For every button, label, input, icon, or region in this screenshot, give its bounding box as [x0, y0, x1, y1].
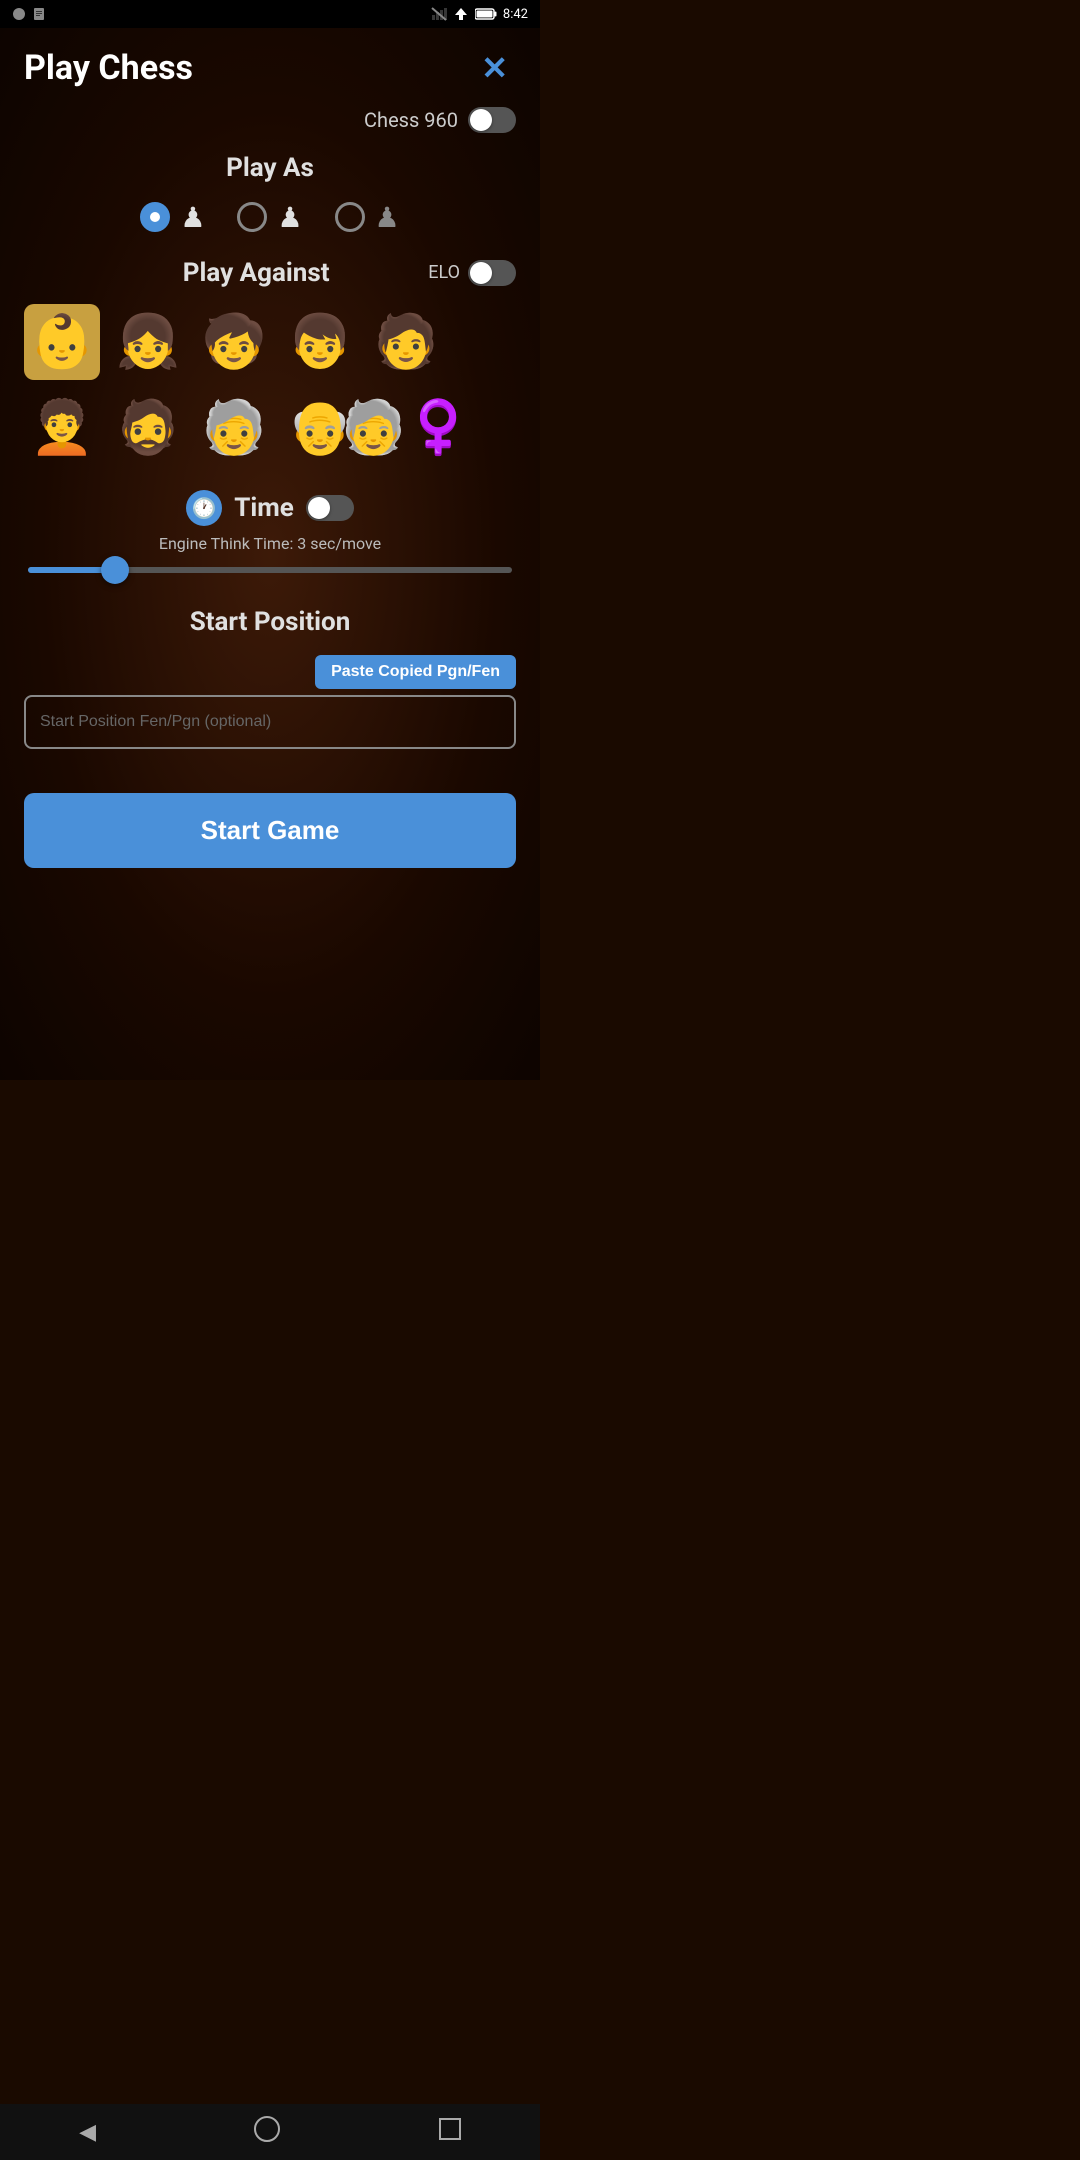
- play-as-white[interactable]: ♟: [140, 201, 205, 234]
- piece-white: ♟: [180, 201, 205, 234]
- status-bar: 8:42: [0, 0, 540, 28]
- fen-input[interactable]: [24, 695, 516, 749]
- signal-off-icon: [431, 7, 447, 21]
- radio-random[interactable]: [237, 202, 267, 232]
- recent-icon: [439, 2118, 461, 2140]
- elo-toggle[interactable]: [468, 260, 516, 286]
- radio-black[interactable]: [335, 202, 365, 232]
- play-against-section: Play Against ELO 👶 👧 🧒 👦 🧑 🧑‍🦱 🧔 🧓 👴 🧓‍♀…: [0, 258, 540, 490]
- piece-random: ♟: [277, 201, 302, 234]
- play-against-header: Play Against ELO: [24, 258, 516, 288]
- slider-container: [24, 567, 516, 573]
- page-title: Play Chess: [24, 48, 193, 89]
- play-against-title: Play Against: [84, 258, 428, 288]
- time-header: 🕐 Time: [24, 490, 516, 526]
- radio-white[interactable]: [140, 202, 170, 232]
- close-button[interactable]: ✕: [473, 48, 516, 88]
- circle-icon: [12, 7, 26, 21]
- start-game-section: Start Game: [0, 773, 540, 888]
- opponent-5[interactable]: 🧑‍🦱: [24, 390, 100, 466]
- doc-icon: [32, 7, 46, 21]
- time-section: 🕐 Time Engine Think Time: 3 sec/move: [0, 490, 540, 607]
- start-game-button[interactable]: Start Game: [24, 793, 516, 868]
- start-position-title: Start Position: [24, 607, 516, 637]
- chess960-toggle[interactable]: [468, 107, 516, 133]
- elo-row: ELO: [428, 260, 516, 286]
- back-icon: ◀: [79, 2120, 96, 2145]
- nav-home-button[interactable]: [234, 2108, 300, 2156]
- nav-recent-button[interactable]: [419, 2110, 481, 2154]
- opponent-6[interactable]: 🧔: [110, 390, 186, 466]
- status-bar-right: 8:42: [431, 7, 528, 22]
- time-toggle-thumb: [308, 497, 330, 519]
- chess960-label: Chess 960: [364, 108, 458, 132]
- chess960-row: Chess 960: [0, 99, 540, 153]
- slider-thumb[interactable]: [101, 556, 129, 584]
- play-as-black[interactable]: ♟: [335, 201, 400, 234]
- airplane-icon: [453, 7, 469, 21]
- home-icon: [254, 2116, 280, 2142]
- opponent-grid: 👶 👧 🧒 👦 🧑 🧑‍🦱 🧔 🧓 👴 🧓‍♀️: [24, 304, 516, 466]
- elo-toggle-thumb: [470, 262, 492, 284]
- play-as-section: Play As ♟ ♟ ♟: [0, 153, 540, 258]
- opponent-3[interactable]: 👦: [282, 304, 358, 380]
- opponent-7[interactable]: 🧓: [196, 390, 272, 466]
- time-title: Time: [234, 493, 294, 523]
- opponent-2[interactable]: 🧒: [196, 304, 272, 380]
- nav-back-button[interactable]: ◀: [59, 2112, 116, 2153]
- start-position-section: Start Position Paste Copied Pgn/Fen: [0, 607, 540, 773]
- paste-button[interactable]: Paste Copied Pgn/Fen: [315, 655, 516, 689]
- elo-label: ELO: [428, 262, 460, 283]
- opponent-1[interactable]: 👧: [110, 304, 186, 380]
- battery-icon: [475, 8, 497, 20]
- play-as-title: Play As: [24, 153, 516, 183]
- status-bar-left: [12, 7, 46, 21]
- time-toggle[interactable]: [306, 495, 354, 521]
- opponent-9[interactable]: 🧓‍♀️: [368, 390, 444, 466]
- slider-track: [28, 567, 512, 573]
- opponent-0[interactable]: 👶: [24, 304, 100, 380]
- play-as-random[interactable]: ♟: [237, 201, 302, 234]
- main-content: Play Chess ✕ Chess 960 Play As ♟ ♟ ♟: [0, 28, 540, 1080]
- paste-btn-row: Paste Copied Pgn/Fen: [24, 655, 516, 689]
- time-display: 8:42: [503, 7, 528, 22]
- bottom-nav: ◀: [0, 2104, 540, 2160]
- play-as-options: ♟ ♟ ♟: [24, 201, 516, 234]
- piece-black: ♟: [375, 201, 400, 234]
- chess960-toggle-thumb: [470, 109, 492, 131]
- clock-icon: 🕐: [186, 490, 222, 526]
- header: Play Chess ✕: [0, 28, 540, 99]
- opponent-4[interactable]: 🧑: [368, 304, 444, 380]
- think-time-label: Engine Think Time: 3 sec/move: [24, 534, 516, 553]
